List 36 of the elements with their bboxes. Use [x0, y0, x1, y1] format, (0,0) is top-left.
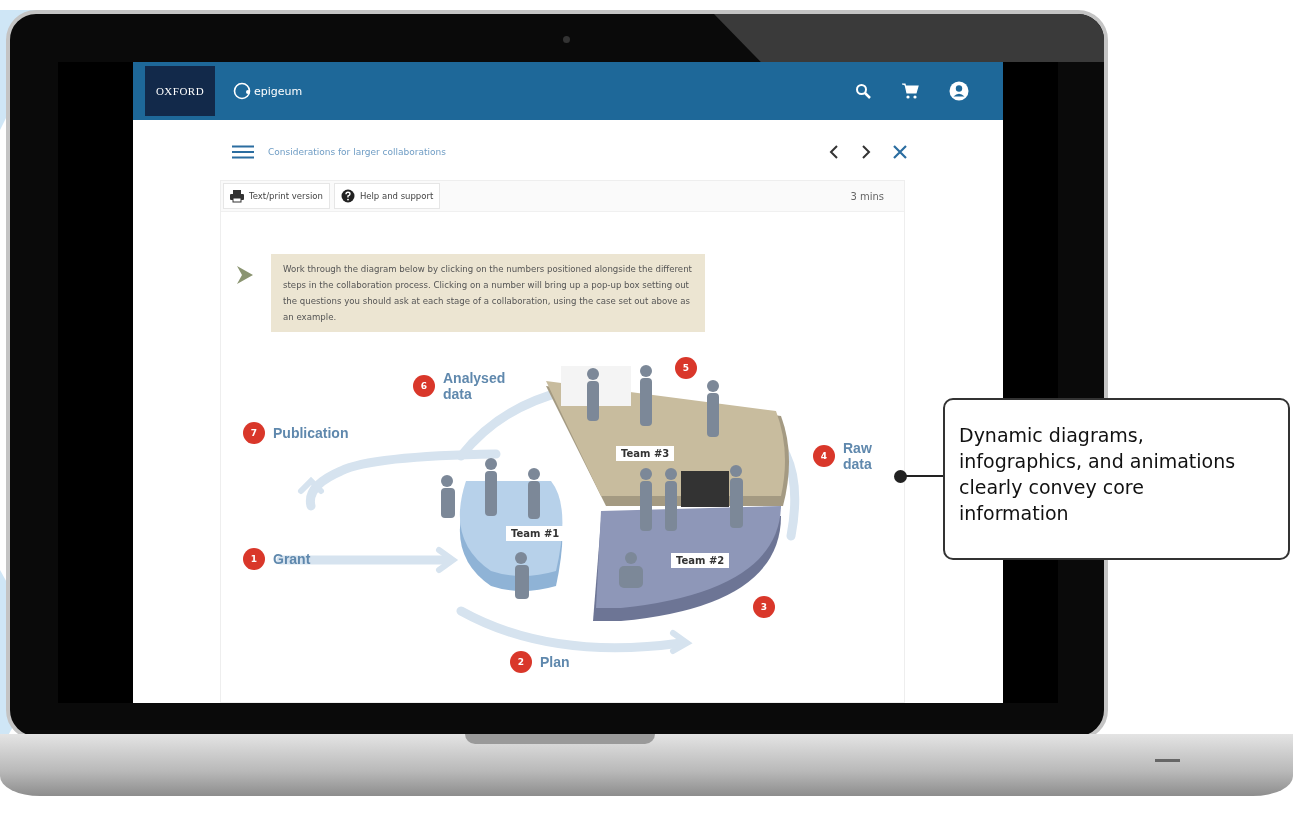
- step-label: Publication: [273, 425, 349, 441]
- printer-icon: [230, 189, 244, 203]
- chevron-left-icon[interactable]: [829, 145, 839, 159]
- help-button[interactable]: Help and support: [333, 183, 441, 209]
- team-label: Team #1: [506, 526, 565, 541]
- close-icon[interactable]: [893, 145, 907, 159]
- step-number-button[interactable]: 2: [510, 651, 532, 673]
- cart-icon[interactable]: [901, 83, 919, 99]
- instruction-text: Work through the diagram below by clicking on the numbers positioned alongside the different steps in the collaboration process. Clicking on a number will bring up a pop-up box setting out the questions you should ask at each stage of a collaboration, using the case set out above as an example.: [271, 254, 705, 332]
- step-number-button[interactable]: 4: [813, 445, 835, 467]
- step-number-button[interactable]: 6: [413, 375, 435, 397]
- page-title: Considerations for larger collaborations: [268, 147, 446, 157]
- step-label: Raw data: [843, 440, 872, 472]
- brand-name: OXFORD: [155, 85, 205, 97]
- menu-icon[interactable]: [232, 145, 254, 159]
- search-icon[interactable]: [855, 83, 871, 99]
- ring-icon: [233, 82, 251, 100]
- indicator-light: [1155, 759, 1180, 762]
- step-number-button[interactable]: 1: [243, 548, 265, 570]
- step-number-button[interactable]: 5: [675, 357, 697, 379]
- team-label: Team #2: [671, 553, 730, 568]
- chevron-right-icon[interactable]: [861, 145, 871, 159]
- callout-box: Dynamic diagrams, infographics, and animations clearly convey core information: [943, 398, 1290, 560]
- help-icon: [340, 189, 355, 203]
- arrow-icon: [237, 266, 253, 284]
- print-button[interactable]: Text/print version: [223, 183, 330, 209]
- product-name: epigeum: [254, 84, 303, 98]
- account-icon[interactable]: [949, 81, 969, 101]
- duration-label: 3 mins: [850, 190, 885, 202]
- step-number-button[interactable]: 3: [753, 596, 775, 618]
- step-number-button[interactable]: 7: [243, 422, 265, 444]
- leader-line: [904, 475, 944, 477]
- step-label: Analysed data: [443, 370, 506, 402]
- team-label: Team #3: [616, 446, 675, 461]
- step-label: Plan: [540, 654, 570, 670]
- step-label: Grant: [273, 551, 311, 567]
